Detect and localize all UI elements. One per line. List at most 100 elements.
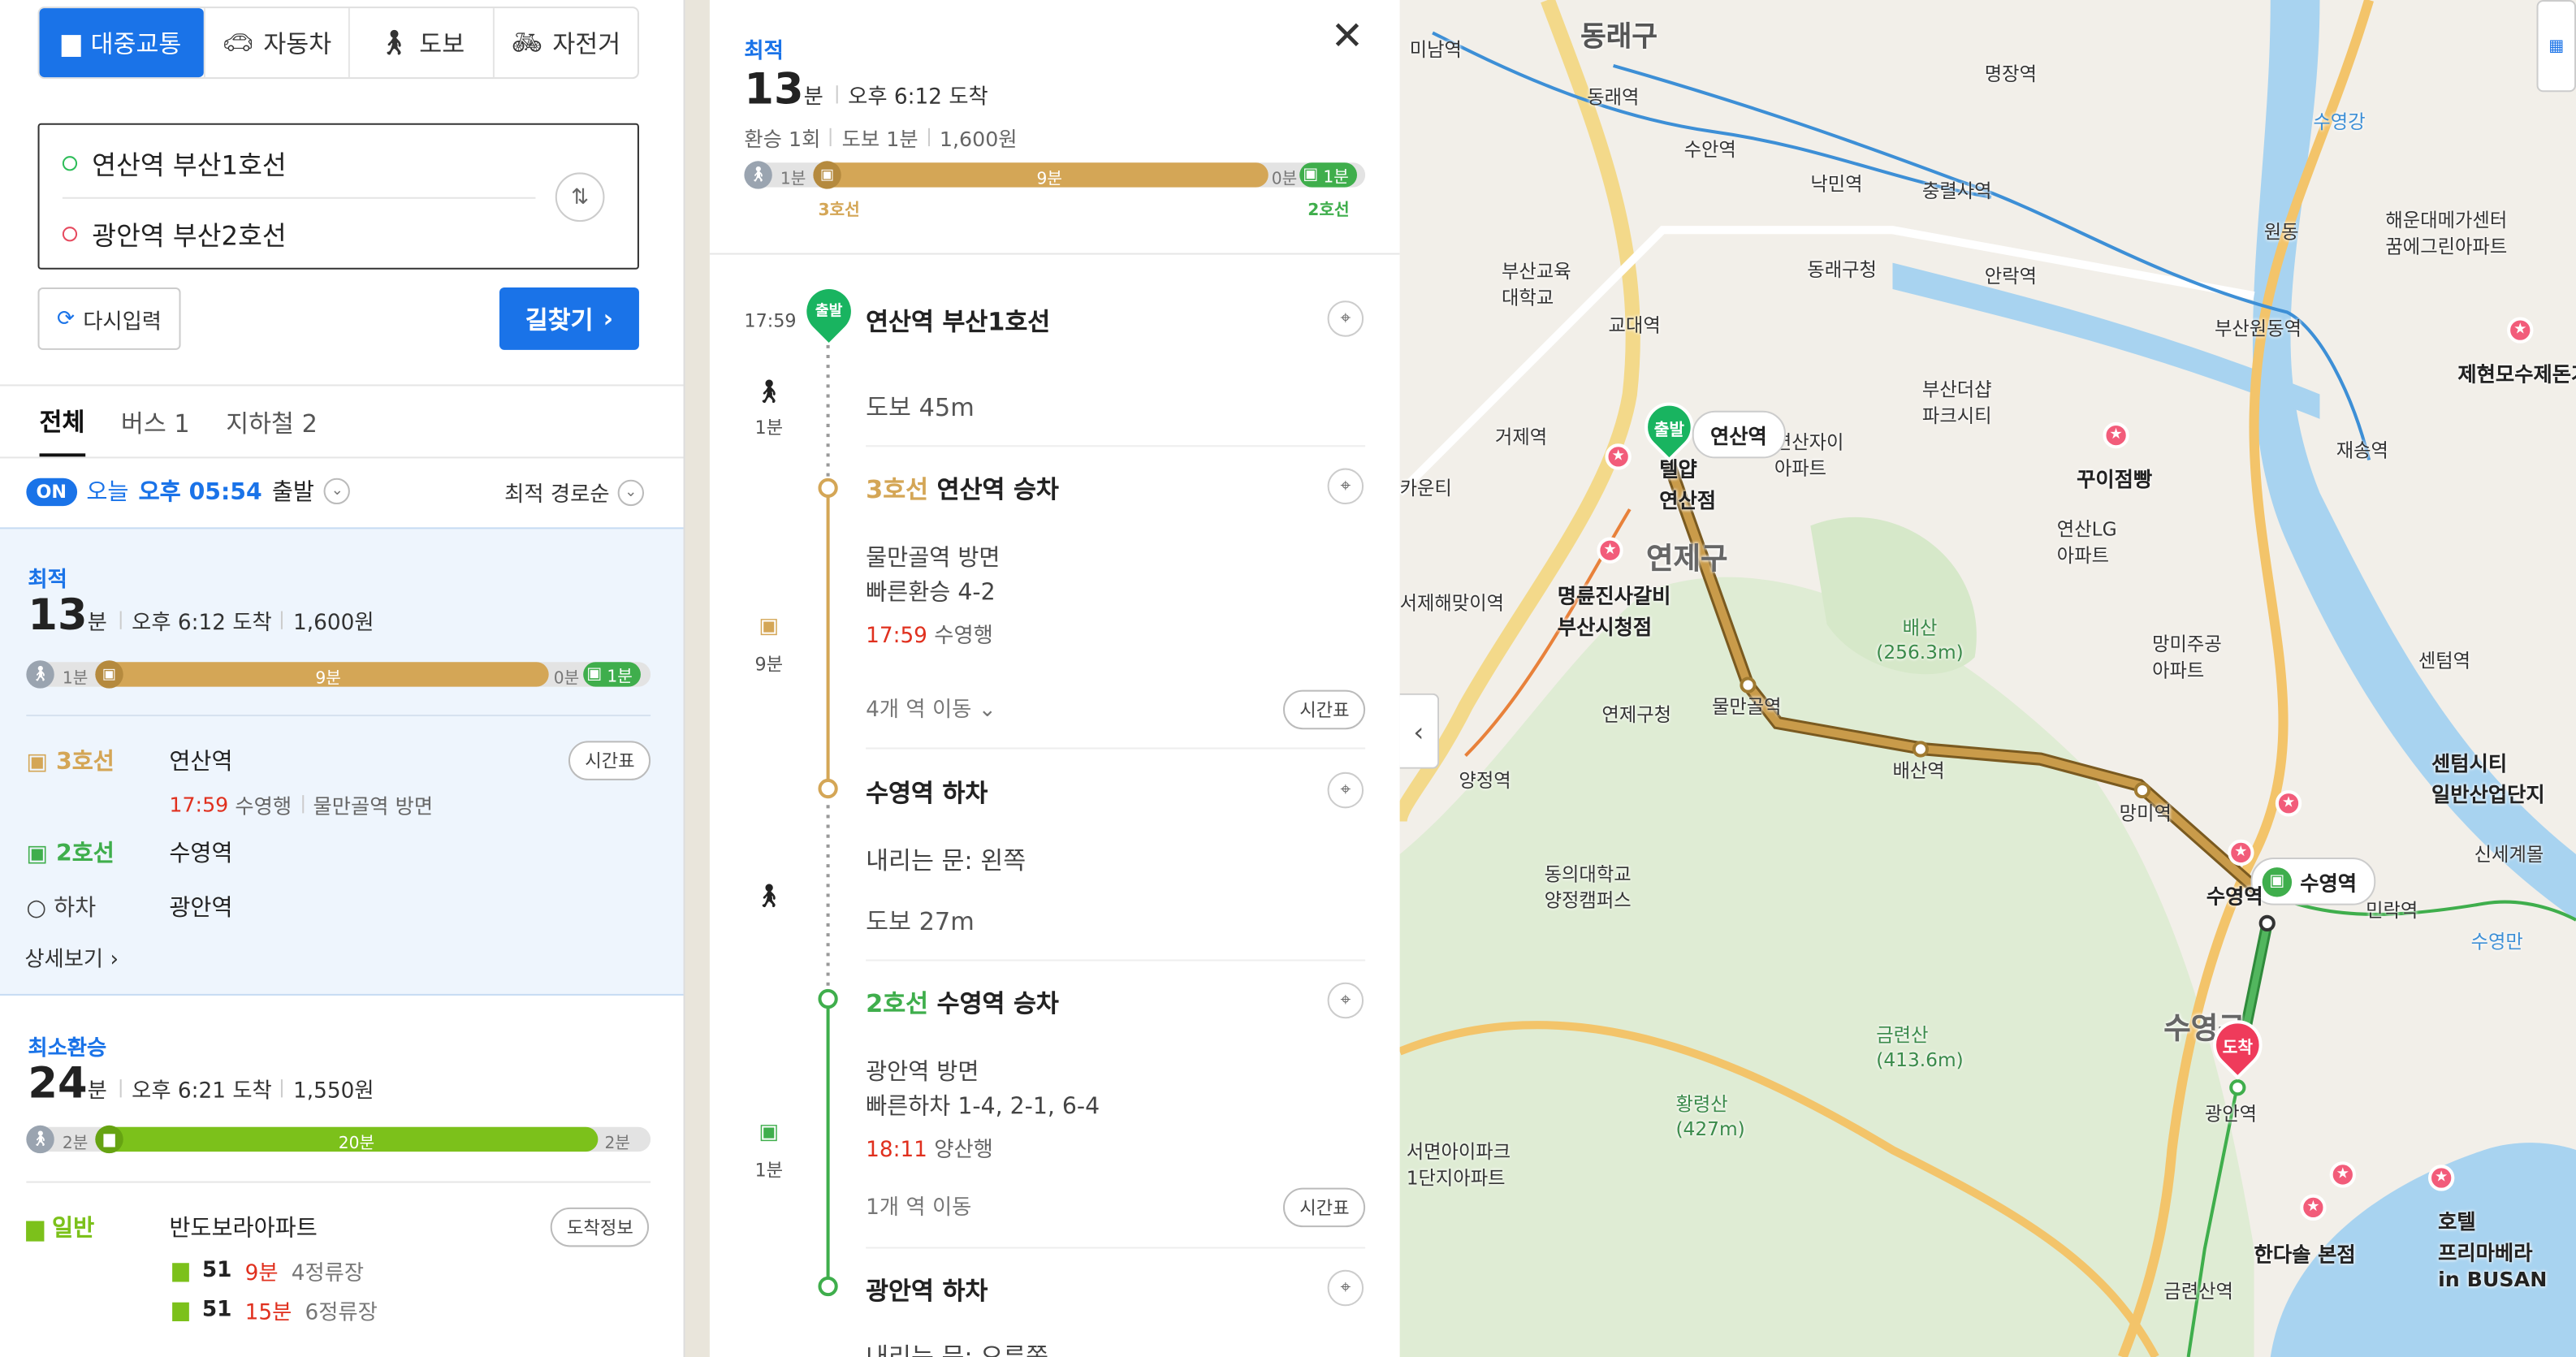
origin-text: 연산역 부산1호선	[92, 149, 287, 181]
map-label-restaurant: 꾸이점빵	[2077, 466, 2153, 491]
detail-link[interactable]: 상세보기 ›	[24, 941, 119, 972]
origin-field[interactable]: 연산역 부산1호선	[62, 143, 287, 183]
destination-field[interactable]: 광안역 부산2호선	[62, 214, 287, 253]
walk-icon: 🚶︎	[26, 1125, 54, 1154]
detail-summary: 13 분 오후 6:12 도착	[744, 66, 988, 115]
collapse-panel-button[interactable]: ‹	[1399, 693, 1440, 769]
route-detail-panel: 최적 ✕ 13 분 오후 6:12 도착 환승 1회 도보 1분 1,600원 🚶︎ …	[709, 0, 1400, 1357]
subway-icon: ▣	[1303, 166, 1319, 184]
route-card-best[interactable]: 최적 13 분 오후 6:12 도착 1,600원 🚶︎ 1분 ▣ 9분 0분 ▣…	[0, 527, 684, 996]
line-a-label: 3호선	[818, 201, 860, 221]
restaurant-poi-icon[interactable]: ★	[2427, 1165, 2455, 1191]
alight-door: 내리는 문: 왼쪽	[866, 845, 1027, 876]
board-line2: 2호선 수영역 승차	[866, 986, 1059, 1020]
alight-door: 내리는 문: 오른쪽	[866, 1342, 1049, 1357]
location-pin-icon[interactable]: ⌖	[1327, 300, 1364, 337]
step-start: 연산역 부산1호선	[866, 307, 1051, 337]
location-pin-icon[interactable]: ⌖	[1327, 982, 1364, 1019]
board-line2-name: 2호선	[866, 988, 929, 1019]
start-marker-icon: 출발	[797, 279, 861, 345]
restaurant-poi-icon[interactable]: ★	[2275, 790, 2302, 817]
restaurant-poi-icon[interactable]: ★	[2228, 839, 2254, 866]
result-tabs: 전체 버스 1 지하철 2	[0, 387, 684, 457]
ride-time: 9분	[1036, 171, 1062, 189]
location-pin-icon[interactable]: ⌖	[1327, 468, 1364, 505]
restaurant-poi-icon[interactable]: ★	[1605, 443, 1632, 470]
destination-dot-icon	[62, 226, 78, 241]
route-timeline-bar: 🚶︎ 2분 ▆ 20분 2분	[26, 1125, 651, 1154]
arrival-marker-icon[interactable]: 도착	[2202, 1009, 2273, 1086]
search-button[interactable]: 길찾기 ›	[499, 287, 639, 350]
location-pin-icon[interactable]: ⌖	[1327, 771, 1364, 809]
map-label-station: 서제해맞이역	[1399, 591, 1505, 615]
tab-subway[interactable]: 지하철 2	[226, 405, 318, 439]
leg-station-suyeong: 수영역	[169, 841, 233, 868]
bus-arrival-row: ▆ 51 15분 6정류장	[172, 1294, 377, 1325]
reset-button[interactable]: ⟳ 다시입력	[37, 287, 181, 350]
map-label-place: 해운대메가센터 꿈에그린아파트	[2385, 208, 2508, 258]
departure-time[interactable]: ON 오늘 오후 05:54 출발 ⌄	[26, 475, 351, 508]
stops-count: 1개 역 이동	[866, 1195, 972, 1221]
subway-icon: ▣	[586, 665, 603, 684]
leg-station-yeonsan: 연산역	[169, 749, 233, 776]
bus-icon: ▆	[172, 1298, 189, 1323]
departure-time-value: 오후 05:54	[138, 479, 262, 507]
bus-minutes: 9분	[244, 1261, 279, 1287]
leg-line-2-label: 2호선	[56, 841, 115, 868]
mode-car-label: 자동차	[263, 28, 332, 58]
route-card-min-transfer[interactable]: 최소환승 24 분 오후 6:21 도착 1,550원 🚶︎ 2분 ▆ 20분 2…	[0, 997, 684, 1357]
start-badge: 출발	[815, 304, 843, 321]
departure-day: 오늘	[86, 479, 129, 507]
close-icon[interactable]: ✕	[1331, 13, 1364, 59]
origin-station-callout: 연산역	[1692, 410, 1786, 459]
route-timeline-bar: 🚶︎ 1분 ▣ 9분 0분 ▣ 1분	[26, 660, 651, 689]
layers-icon: ▦	[2548, 37, 2565, 55]
ride-time: 1분	[754, 1160, 784, 1182]
tab-bus[interactable]: 버스 1	[121, 405, 190, 439]
restaurant-poi-icon[interactable]: ★	[2103, 421, 2129, 449]
wait-time: 0분	[553, 670, 580, 689]
timetable-button[interactable]: 시간표	[1282, 689, 1366, 730]
walk-icon: 🚶︎	[744, 161, 772, 189]
map-label-sea: 수영만	[2470, 930, 2523, 953]
chevron-down-icon: ⌄	[324, 478, 351, 505]
timetable-button[interactable]: 시간표	[1282, 1187, 1366, 1228]
restaurant-poi-icon[interactable]: ★	[2507, 317, 2534, 344]
leg-bus-label: 일반	[52, 1216, 95, 1242]
map-label-mountain: 배산 (256.3m)	[1876, 616, 1964, 664]
tab-all[interactable]: 전체	[39, 387, 85, 457]
arrival-info-button[interactable]: 도착정보	[550, 1207, 650, 1247]
map-label-mountain: 황령산 (427m)	[1675, 1092, 1745, 1140]
location-pin-icon[interactable]: ⌖	[1327, 1269, 1364, 1307]
walk-icon: 🚶︎	[26, 660, 54, 689]
map-view[interactable]: 동래구 연제구 수영구 미남역 동래역 명장역 수안역 낙민역 충렬사역 동래구…	[1399, 0, 2576, 1357]
map-label-station: 거제역	[1494, 425, 1548, 449]
mode-transit[interactable]: ▆ 대중교통	[39, 8, 204, 78]
on-badge[interactable]: ON	[26, 477, 77, 506]
map-layer-button[interactable]: ▦	[2536, 0, 2576, 93]
timetable-button[interactable]: 시간표	[568, 741, 651, 780]
mode-walk[interactable]: 🚶︎ 도보	[348, 8, 493, 78]
map-label-restaurant: 제현모수제돈가	[2457, 361, 2576, 387]
map-label-station: 재송역	[2336, 439, 2388, 462]
route-label: 최소환승	[28, 1036, 107, 1061]
walk-distance: 도보 45m	[866, 392, 975, 422]
map-label-place: 망미주공 아파트	[2152, 632, 2222, 682]
route-fare: 1,600원	[293, 611, 374, 636]
divider	[0, 384, 684, 387]
destination-text: 광안역 부산2호선	[92, 220, 287, 252]
restaurant-poi-icon[interactable]: ★	[2300, 1194, 2327, 1221]
sort-dropdown[interactable]: 최적 경로순 ⌄	[504, 477, 645, 508]
map-label-place: 동래구청	[1807, 257, 1877, 281]
restaurant-poi-icon[interactable]: ★	[2329, 1161, 2356, 1188]
swap-icon[interactable]: ⇅	[555, 172, 605, 223]
route-minutes: 13	[28, 591, 88, 641]
detail-minutes: 13	[744, 65, 804, 115]
map-label-restaurant: 한다솔 본점	[2254, 1242, 2356, 1267]
transfer-walk: 도보 27m	[866, 906, 975, 937]
stops-toggle[interactable]: 4개 역 이동 ⌄	[866, 692, 996, 723]
restaurant-poi-icon[interactable]: ★	[1597, 537, 1623, 564]
mode-car[interactable]: 🚗︎ 자동차	[203, 8, 348, 78]
mode-bicycle[interactable]: 🚲︎ 자전거	[492, 8, 638, 78]
start-marker-icon[interactable]: 출발	[1634, 392, 1705, 469]
